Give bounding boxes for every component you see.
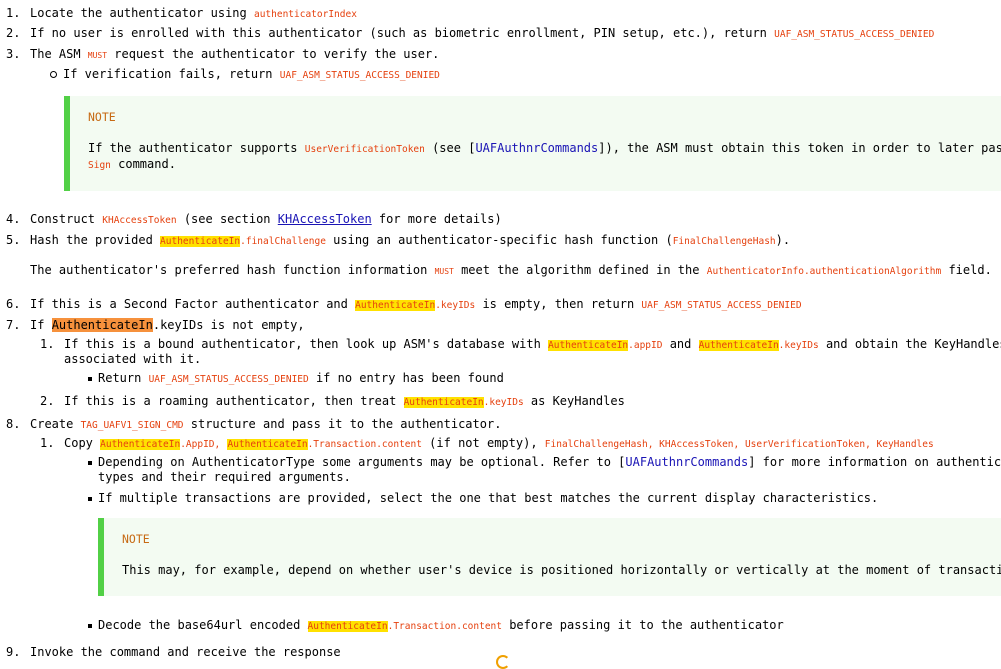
note-text: If the authenticator supports UserVerifi… <box>88 141 1001 155</box>
note-label: NOTE <box>122 532 150 546</box>
note-text-line2: Sign command. <box>88 157 176 171</box>
step-2: 2. If no user is enrolled with this authe… <box>6 26 935 40</box>
step-8-sub-1-bullet-3: Decode the base64url encoded Authenticat… <box>88 617 784 635</box>
note-label: NOTE <box>88 110 116 124</box>
code-authenticator-index: authenticatorIndex <box>253 9 357 20</box>
step-8-sub-1-bullet-2: If multiple transactions are provided, s… <box>88 490 878 506</box>
step-5: 5. Hash the provided AuthenticateIn.final… <box>6 233 791 247</box>
step-4: 4. Construct KHAccessToken (see section K… <box>6 212 502 226</box>
step-8: 8. Create TAG_UAFV1_SIGN_CMD structure an… <box>6 417 502 431</box>
step-8-sub-1: 1. Copy AuthenticateIn.AppID, Authenticat… <box>40 436 934 450</box>
loading-spinner-icon <box>496 655 510 669</box>
step-6: 6. If this is a Second Factor authenticat… <box>6 297 802 311</box>
step-1: 1. Locate the authenticator using authent… <box>6 6 357 20</box>
square-bullet-icon <box>88 376 92 381</box>
step-7-sub-1-bullet: Return UAF_ASM_STATUS_ACCESS_DENIED if n… <box>88 370 504 388</box>
step-5-paragraph: The authenticator's preferred hash funct… <box>30 263 992 277</box>
kh-access-token-link[interactable]: KHAccessToken <box>278 212 372 226</box>
circle-bullet-icon <box>50 71 57 78</box>
square-bullet-icon <box>88 496 92 501</box>
step-7-sub-2: 2. If this is a roaming authenticator, th… <box>40 394 625 408</box>
ref-uaf-authnr-commands-link[interactable]: UAFAuthnrCommands <box>625 455 748 469</box>
step-3-sub: If verification fails, return UAF_ASM_ST… <box>50 66 440 84</box>
step-8-sub-1-bullet-1: Depending on AuthenticatorType some argu… <box>88 454 1001 470</box>
step-9: 9. Invoke the command and receive the res… <box>6 645 341 659</box>
step-3: 3. The ASM MUST request the authenticator… <box>6 47 440 61</box>
note-box <box>98 518 1001 596</box>
note-text: This may, for example, depend on whether… <box>122 563 1001 577</box>
square-bullet-icon <box>88 623 92 628</box>
step-7: 7. If AuthenticateIn.keyIDs is not empty, <box>6 318 305 332</box>
step-7-sub-1-line2: associated with it. <box>64 352 202 366</box>
square-bullet-icon <box>88 460 92 465</box>
ref-uaf-authnr-commands-link[interactable]: UAFAuthnrCommands <box>475 141 598 155</box>
step-8-sub-1-bullet-1-line2: types and their required arguments. <box>98 470 351 484</box>
